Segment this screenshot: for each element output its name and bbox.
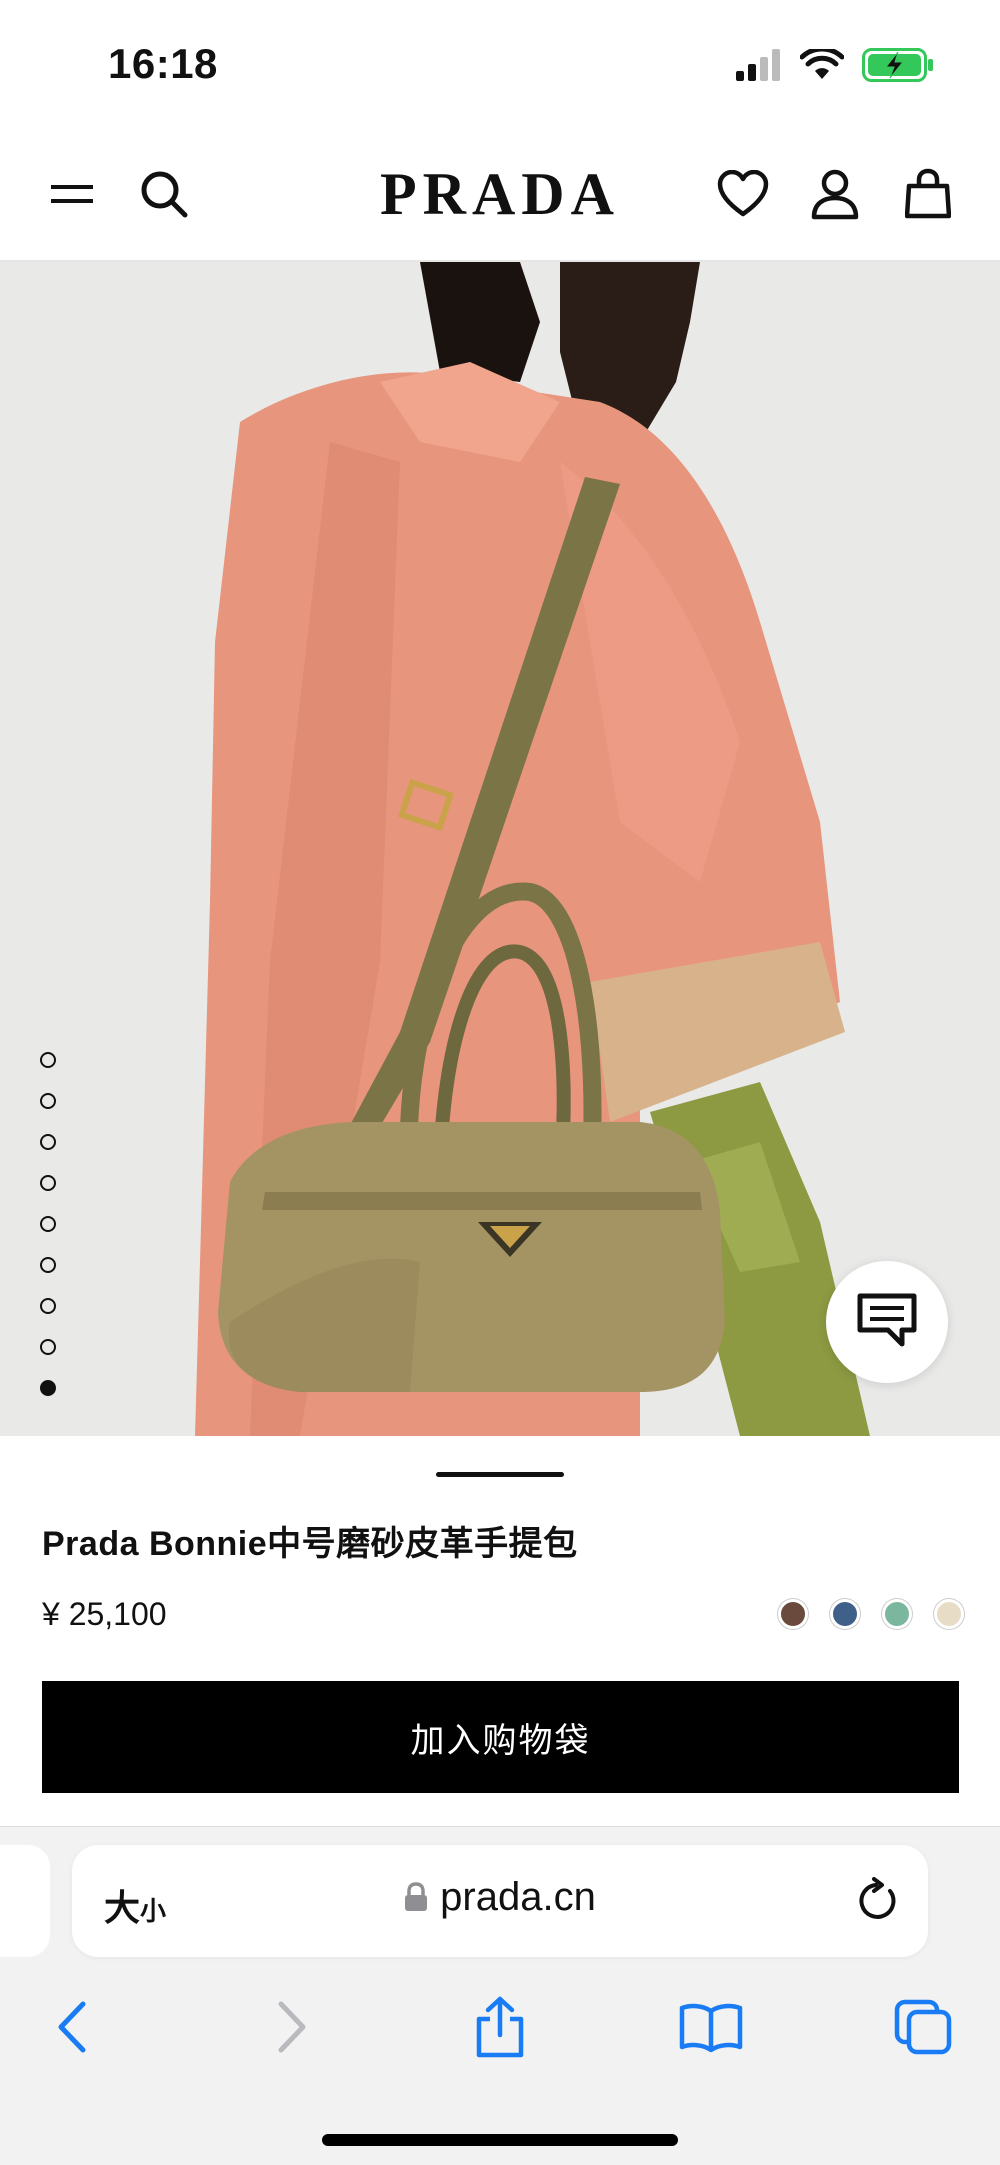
browser-toolbar	[0, 1992, 1000, 2082]
product-name: Prada Bonnie中号磨砂皮革手提包	[42, 1525, 578, 1563]
chat-button[interactable]	[826, 1261, 948, 1383]
bookmarks-icon[interactable]	[676, 1992, 746, 2062]
bag-icon[interactable]	[896, 162, 960, 226]
url-display[interactable]: prada.cn	[72, 1875, 928, 1922]
color-swatch[interactable]	[882, 1599, 912, 1629]
status-bar: 16:18	[0, 0, 1000, 130]
status-time: 16:18	[108, 40, 218, 87]
gallery-dot-active[interactable]	[40, 1380, 56, 1396]
wifi-icon	[799, 46, 845, 86]
sheet-handle[interactable]	[436, 1472, 564, 1477]
color-swatch[interactable]	[778, 1599, 808, 1629]
reload-icon[interactable]	[854, 1877, 898, 1928]
browser-bottom-bar: 大小 prada.cn	[0, 1826, 1000, 2165]
color-swatch[interactable]	[830, 1599, 860, 1629]
home-indicator	[322, 2134, 678, 2146]
back-icon[interactable]	[38, 1992, 108, 2062]
gallery-dot[interactable]	[40, 1093, 56, 1109]
product-image-gallery[interactable]	[0, 262, 1000, 1436]
gallery-pagination	[40, 1052, 56, 1396]
heart-icon[interactable]	[711, 162, 775, 226]
share-icon[interactable]	[465, 1992, 535, 2062]
previous-tab-peek[interactable]	[0, 1845, 50, 1957]
gallery-dot[interactable]	[40, 1339, 56, 1355]
gallery-dot[interactable]	[40, 1134, 56, 1150]
gallery-dot[interactable]	[40, 1216, 56, 1232]
product-info-panel: Prada Bonnie中号磨砂皮革手提包 ¥ 25,100 加入购物袋	[0, 1436, 1000, 1826]
chat-icon	[856, 1292, 918, 1353]
status-icons	[736, 46, 934, 87]
url-text: prada.cn	[440, 1875, 596, 1919]
tabs-icon[interactable]	[888, 1992, 958, 2062]
account-icon[interactable]	[803, 162, 867, 226]
color-swatches	[778, 1599, 964, 1629]
signal-icon	[736, 49, 782, 86]
forward-icon[interactable]	[256, 1992, 326, 2062]
add-to-bag-button[interactable]: 加入购物袋	[42, 1681, 959, 1793]
color-swatch[interactable]	[934, 1599, 964, 1629]
product-photo	[0, 262, 1000, 1436]
lock-icon	[404, 1877, 428, 1922]
product-price: ¥ 25,100	[42, 1596, 167, 1632]
gallery-dot[interactable]	[40, 1052, 56, 1068]
battery-charging-icon	[862, 48, 934, 87]
gallery-dot[interactable]	[40, 1257, 56, 1273]
gallery-dot[interactable]	[40, 1175, 56, 1191]
site-header: PRADA	[0, 130, 1000, 262]
address-bar[interactable]: 大小 prada.cn	[72, 1845, 928, 1957]
gallery-dot[interactable]	[40, 1298, 56, 1314]
